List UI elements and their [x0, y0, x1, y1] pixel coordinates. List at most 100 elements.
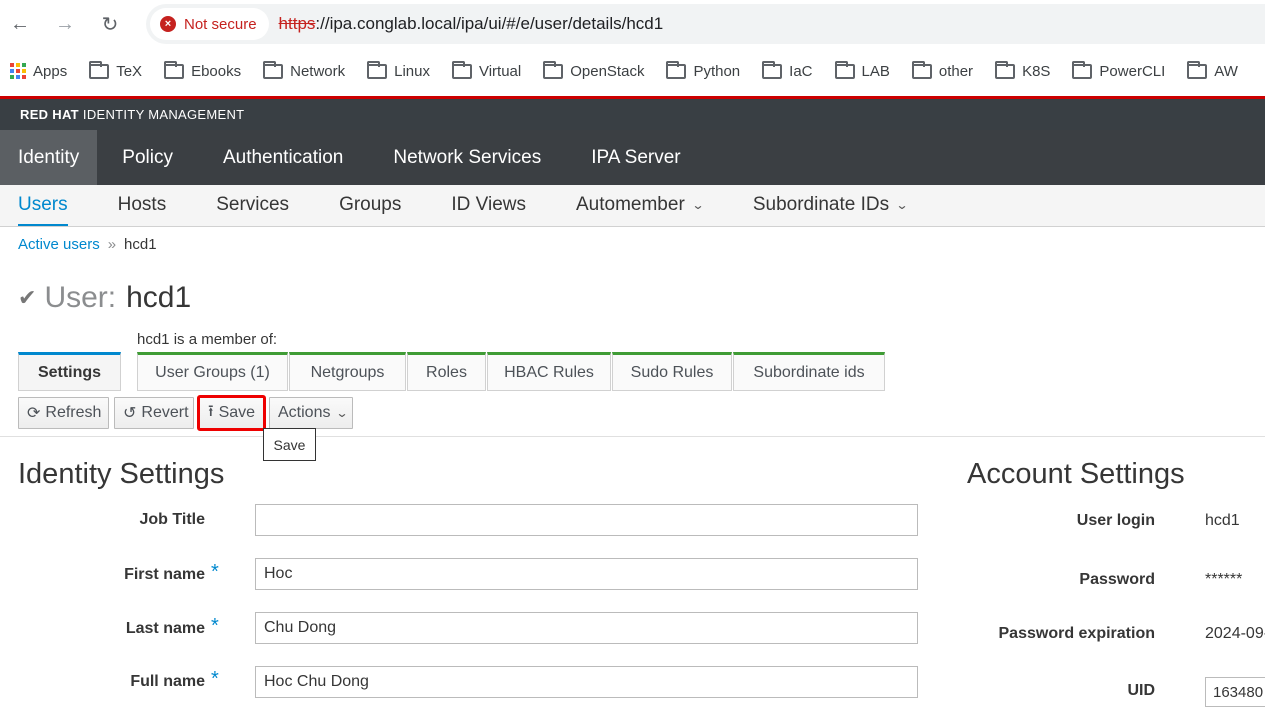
forward-arrow-icon[interactable]: → [51, 10, 79, 38]
user-login-value: hcd1 [1205, 512, 1240, 529]
bookmark-folder[interactable]: Network [253, 57, 357, 85]
bookmark-folder[interactable]: Python [656, 57, 752, 85]
tab-user-groups[interactable]: User Groups (1) [137, 352, 288, 391]
url-text[interactable]: https://ipa.conglab.local/ipa/ui/#/e/use… [279, 14, 664, 34]
folder-icon [762, 60, 783, 79]
check-icon: ✔ [18, 285, 37, 310]
warning-icon: × [160, 16, 176, 32]
bookmark-folder[interactable]: OpenStack [533, 57, 656, 85]
member-of-label: hcd1 is a member of: [137, 331, 278, 348]
save-label: Save [218, 404, 256, 421]
bookmark-label: K8S [1022, 62, 1051, 80]
ipa-app: RED HAT IDENTITY MANAGEMENT Identity Pol… [0, 96, 1265, 227]
sub-nav-users[interactable]: Users [18, 185, 68, 226]
toolbar: ⟳ Refresh ↺ Revert ⭱ Save Actions ⌄ [18, 395, 353, 431]
bookmark-label: Network [290, 62, 346, 80]
address-bar[interactable]: × Not secure https://ipa.conglab.local/i… [146, 4, 1265, 44]
back-arrow-icon[interactable]: ← [6, 10, 34, 38]
last-name-label: Last name [125, 620, 205, 637]
user-login-label: User login [1076, 512, 1155, 529]
folder-icon [1072, 60, 1093, 79]
password-value: ****** [1205, 571, 1243, 588]
bookmark-folder[interactable]: IaC [752, 57, 824, 85]
bookmark-label: IaC [789, 62, 813, 80]
bookmark-folder[interactable]: Ebooks [154, 57, 253, 85]
folder-icon [263, 60, 284, 79]
uid-field[interactable] [1205, 677, 1265, 707]
bookmark-folder[interactable]: AW [1177, 57, 1250, 85]
breadcrumb-separator: » [107, 236, 117, 253]
main-nav-identity[interactable]: Identity [0, 130, 98, 185]
bookmark-label: OpenStack [570, 62, 645, 80]
uid-label: UID [1127, 682, 1155, 699]
chevron-down-icon: ⌄ [335, 406, 350, 420]
full-name-field[interactable] [255, 666, 918, 698]
folder-icon [451, 60, 472, 79]
last-name-field[interactable] [255, 612, 918, 644]
bookmark-label: Ebooks [191, 62, 242, 80]
security-chip[interactable]: × Not secure [150, 8, 269, 40]
bookmark-folder[interactable]: other [902, 57, 985, 85]
main-nav-policy[interactable]: Policy [97, 130, 198, 185]
folder-icon [666, 60, 687, 79]
actions-label: Actions [278, 404, 331, 421]
required-icon: * [211, 615, 219, 637]
bookmark-apps[interactable]: Apps [0, 57, 79, 85]
undo-icon: ↺ [123, 405, 137, 422]
entity-type: User: [44, 281, 117, 314]
tab-settings[interactable]: Settings [18, 352, 121, 391]
password-expiration-value: 2024-09- [1205, 625, 1265, 642]
sub-nav-id-views[interactable]: ID Views [451, 185, 526, 226]
tab-netgroups[interactable]: Netgroups [289, 352, 406, 391]
bookmark-folder[interactable]: PowerCLI [1062, 57, 1177, 85]
bookmark-folder[interactable]: Virtual [442, 57, 533, 85]
save-button[interactable]: ⭱ Save [197, 395, 266, 431]
bookmark-label: Python [693, 62, 741, 80]
password-label: Password [1079, 571, 1155, 588]
reload-icon[interactable]: ↻ [96, 10, 124, 38]
revert-button[interactable]: ↺ Revert [114, 397, 194, 429]
bookmark-folder[interactable]: TeX [79, 57, 154, 85]
actions-dropdown[interactable]: Actions ⌄ [269, 397, 353, 429]
bookmarks-bar: Apps TeX Ebooks Network Linux Virtual Op… [0, 56, 1265, 86]
sub-nav-subordinate-ids[interactable]: Subordinate IDs ⌄ [753, 185, 909, 226]
sub-nav-hosts[interactable]: Hosts [118, 185, 167, 226]
main-nav-network-services[interactable]: Network Services [368, 130, 566, 185]
bookmark-folder[interactable]: Linux [357, 57, 442, 85]
sub-nav-groups[interactable]: Groups [339, 185, 401, 226]
sub-nav-automember[interactable]: Automember ⌄ [576, 185, 705, 226]
chevron-down-icon: ⌄ [691, 197, 705, 212]
tab-hbac-rules[interactable]: HBAC Rules [487, 352, 611, 391]
chevron-down-icon: ⌄ [895, 197, 909, 212]
bookmark-folder[interactable]: K8S [985, 57, 1062, 85]
sub-nav: Users Hosts Services Groups ID Views Aut… [0, 185, 1265, 227]
refresh-button[interactable]: ⟳ Refresh [18, 397, 109, 429]
bookmark-label: PowerCLI [1099, 62, 1166, 80]
bookmark-folder[interactable]: LAB [825, 57, 902, 85]
job-title-field[interactable] [255, 504, 918, 536]
sub-nav-services[interactable]: Services [216, 185, 289, 226]
tab-subordinate-ids[interactable]: Subordinate ids [733, 352, 885, 391]
folder-icon [367, 60, 388, 79]
tab-roles[interactable]: Roles [407, 352, 486, 391]
folder-icon [89, 60, 110, 79]
main-nav-ipa-server[interactable]: IPA Server [566, 130, 705, 185]
first-name-field[interactable] [255, 558, 918, 590]
folder-icon [995, 60, 1016, 79]
required-icon: * [211, 561, 219, 583]
breadcrumb-active-users[interactable]: Active users [18, 236, 100, 253]
brand-product: IDENTITY MANAGEMENT [82, 107, 245, 122]
folder-icon [543, 60, 564, 79]
required-icon: * [211, 668, 219, 690]
identity-settings-title: Identity Settings [18, 458, 225, 490]
tab-sudo-rules[interactable]: Sudo Rules [612, 352, 732, 391]
divider [0, 436, 1265, 437]
bookmark-label: other [938, 62, 974, 80]
apps-grid-icon [10, 63, 26, 79]
folder-icon [834, 60, 855, 79]
folder-icon [911, 60, 932, 79]
brand-bar: RED HAT IDENTITY MANAGEMENT [0, 96, 1265, 130]
main-nav-authentication[interactable]: Authentication [198, 130, 368, 185]
bookmark-label: TeX [116, 62, 143, 80]
job-title-label: Job Title [139, 511, 206, 528]
